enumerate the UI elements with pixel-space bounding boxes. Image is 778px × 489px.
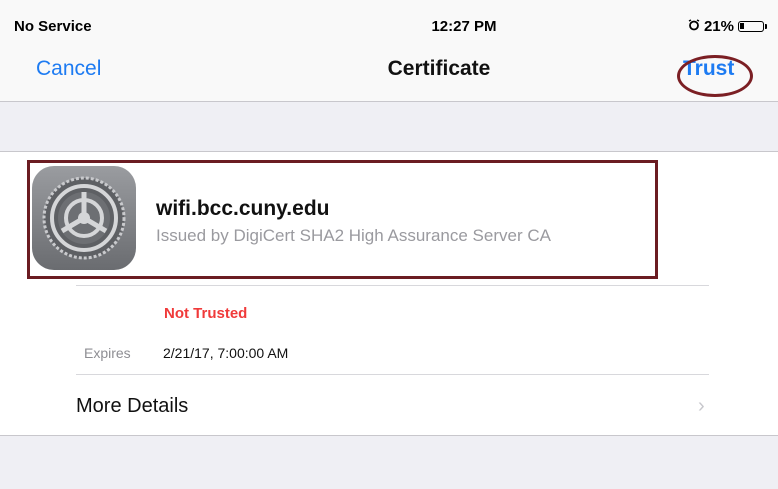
alarm-clock-icon bbox=[688, 18, 700, 35]
chevron-right-icon: › bbox=[698, 395, 705, 417]
page-title: Certificate bbox=[387, 57, 491, 80]
expires-value: 2/21/17, 7:00:00 AM bbox=[163, 345, 289, 361]
certificate-card: wifi.bcc.cuny.edu Issued by DigiCert SHA… bbox=[0, 151, 778, 436]
battery-percent: 21% bbox=[703, 18, 734, 35]
divider bbox=[76, 374, 709, 375]
battery-fill bbox=[740, 23, 744, 29]
more-details-label[interactable]: More Details bbox=[76, 395, 188, 418]
battery-icon bbox=[738, 21, 767, 32]
status-right: 21% bbox=[688, 18, 767, 35]
certificate-annotation-box bbox=[27, 160, 658, 279]
trust-status: Not Trusted bbox=[164, 305, 248, 322]
top-bar: No Service 12:27 PM 21% Cancel Certifica… bbox=[0, 0, 778, 102]
expires-label: Expires bbox=[84, 345, 131, 361]
trust-annotation-circle bbox=[677, 55, 753, 97]
status-time: 12:27 PM bbox=[431, 18, 497, 35]
certificate-row: wifi.bcc.cuny.edu Issued by DigiCert SHA… bbox=[0, 152, 778, 285]
divider bbox=[76, 285, 709, 286]
